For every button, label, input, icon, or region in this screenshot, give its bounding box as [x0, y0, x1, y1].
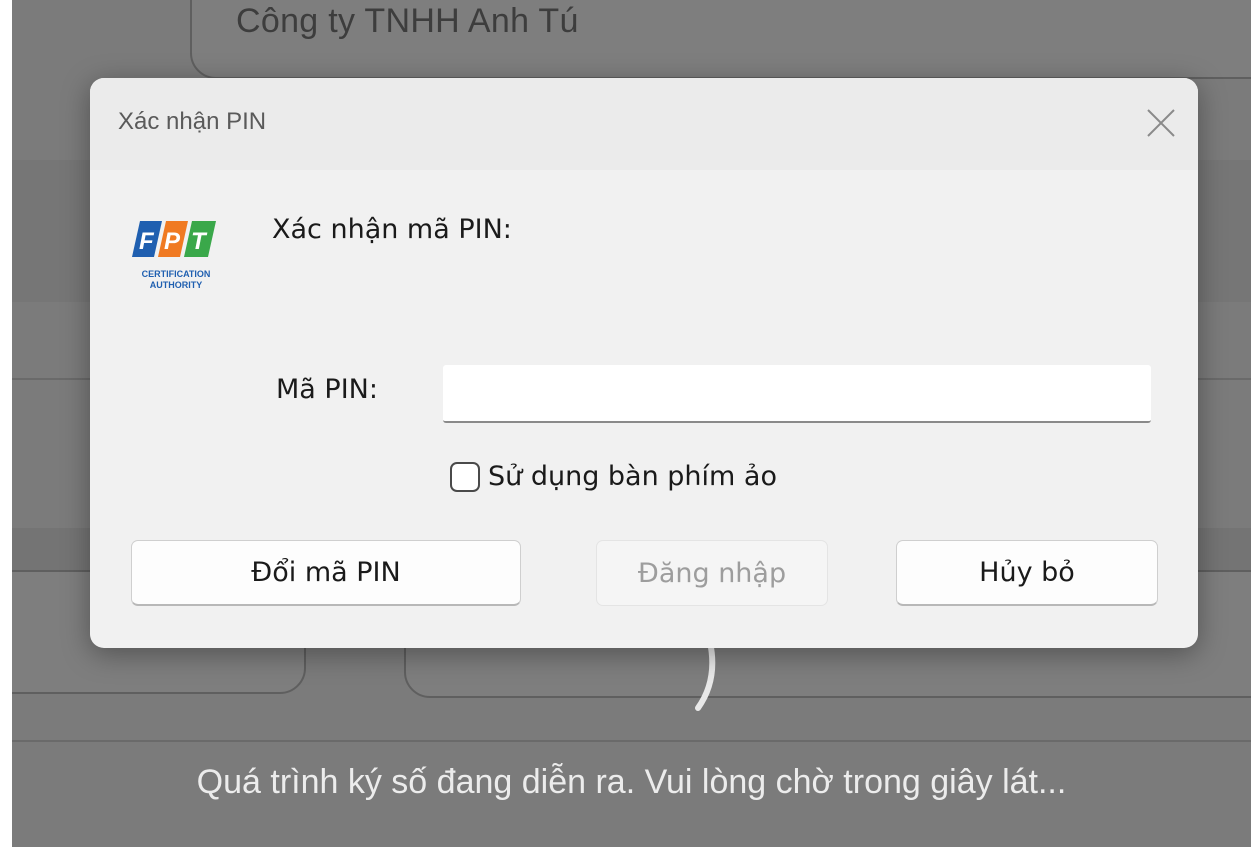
- signing-progress-message: Quá trình ký số đang diễn ra. Vui lòng c…: [196, 763, 1067, 801]
- background-company-name: Công ty TNHH Anh Tú: [236, 2, 579, 40]
- virtual-keyboard-label: Sử dụng bàn phím ảo: [488, 461, 777, 492]
- svg-text:AUTHORITY: AUTHORITY: [150, 280, 203, 290]
- pin-confirmation-dialog: Xác nhận PIN F P T CERTIFICATION AUTHORI…: [90, 78, 1198, 648]
- change-pin-button[interactable]: Đổi mã PIN: [131, 540, 521, 606]
- login-button[interactable]: Đăng nhập: [596, 540, 828, 606]
- pin-input[interactable]: [443, 365, 1151, 423]
- close-icon: [1147, 109, 1175, 137]
- pin-field-label: Mã PIN:: [276, 374, 378, 405]
- close-button[interactable]: [1138, 100, 1184, 146]
- fpt-ca-logo-icon: F P T CERTIFICATION AUTHORITY: [132, 221, 216, 290]
- virtual-keyboard-option[interactable]: Sử dụng bàn phím ảo: [450, 461, 777, 492]
- dialog-titlebar: Xác nhận PIN: [90, 78, 1198, 170]
- svg-text:F: F: [139, 228, 155, 255]
- pin-prompt-label: Xác nhận mã PIN:: [272, 214, 512, 245]
- svg-text:CERTIFICATION: CERTIFICATION: [142, 269, 211, 279]
- loading-spinner-icon: [695, 640, 716, 711]
- svg-text:T: T: [191, 228, 208, 255]
- virtual-keyboard-checkbox[interactable]: [450, 461, 480, 492]
- svg-text:P: P: [164, 228, 181, 255]
- dialog-title: Xác nhận PIN: [118, 108, 267, 135]
- background-divider: [12, 740, 1251, 742]
- cancel-button[interactable]: Hủy bỏ: [896, 540, 1158, 606]
